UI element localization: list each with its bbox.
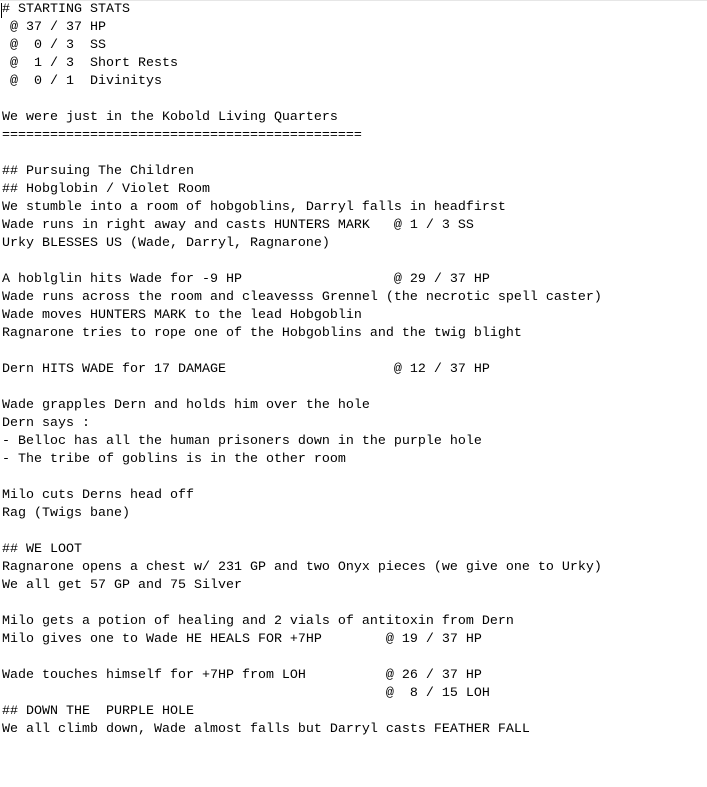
editor-line[interactable]: Milo gets a potion of healing and 2 vial… (2, 613, 707, 631)
editor-line[interactable]: ## Pursuing The Children (2, 163, 707, 181)
editor-line[interactable] (2, 469, 707, 487)
editor-line[interactable]: We were just in the Kobold Living Quarte… (2, 109, 707, 127)
text-editor[interactable]: # STARTING STATS @ 37 / 37 HP @ 0 / 3 SS… (2, 1, 707, 787)
editor-line[interactable]: We all climb down, Wade almost falls but… (2, 721, 707, 739)
editor-line[interactable]: @ 8 / 15 LOH (2, 685, 707, 703)
editor-line[interactable] (2, 253, 707, 271)
editor-line[interactable]: We stumble into a room of hobgoblins, Da… (2, 199, 707, 217)
editor-line[interactable]: # STARTING STATS (2, 1, 707, 19)
text-cursor (1, 3, 2, 18)
editor-line[interactable]: Wade runs across the room and cleavesss … (2, 289, 707, 307)
editor-line[interactable]: A hoblglin hits Wade for -9 HP @ 29 / 37… (2, 271, 707, 289)
editor-line[interactable] (2, 145, 707, 163)
editor-line[interactable]: Rag (Twigs bane) (2, 505, 707, 523)
editor-line[interactable]: Ragnarone opens a chest w/ 231 GP and tw… (2, 559, 707, 577)
editor-line[interactable]: @ 0 / 1 Divinitys (2, 73, 707, 91)
editor-line[interactable] (2, 343, 707, 361)
editor-line[interactable] (2, 91, 707, 109)
editor-line[interactable]: ## WE LOOT (2, 541, 707, 559)
editor-line[interactable]: ## Hobglobin / Violet Room (2, 181, 707, 199)
editor-line[interactable] (2, 595, 707, 613)
editor-line[interactable]: We all get 57 GP and 75 Silver (2, 577, 707, 595)
editor-line[interactable]: - Belloc has all the human prisoners dow… (2, 433, 707, 451)
editor-line[interactable]: Wade touches himself for +7HP from LOH @… (2, 667, 707, 685)
editor-line[interactable]: Wade grapples Dern and holds him over th… (2, 397, 707, 415)
editor-line[interactable]: @ 1 / 3 Short Rests (2, 55, 707, 73)
editor-line[interactable]: Wade runs in right away and casts HUNTER… (2, 217, 707, 235)
editor-line[interactable]: ========================================… (2, 127, 707, 145)
editor-line[interactable]: @ 0 / 3 SS (2, 37, 707, 55)
editor-line[interactable]: Milo cuts Derns head off (2, 487, 707, 505)
editor-line[interactable]: Milo gives one to Wade HE HEALS FOR +7HP… (2, 631, 707, 649)
editor-line[interactable] (2, 523, 707, 541)
editor-line[interactable]: Ragnarone tries to rope one of the Hobgo… (2, 325, 707, 343)
editor-line[interactable]: Wade moves HUNTERS MARK to the lead Hobg… (2, 307, 707, 325)
editor-line[interactable]: Urky BLESSES US (Wade, Darryl, Ragnarone… (2, 235, 707, 253)
editor-line[interactable]: Dern says : (2, 415, 707, 433)
editor-line[interactable]: Dern HITS WADE for 17 DAMAGE @ 12 / 37 H… (2, 361, 707, 379)
editor-line[interactable]: ## DOWN THE PURPLE HOLE (2, 703, 707, 721)
editor-line[interactable] (2, 379, 707, 397)
editor-line[interactable] (2, 649, 707, 667)
editor-line[interactable]: - The tribe of goblins is in the other r… (2, 451, 707, 469)
editor-line[interactable]: @ 37 / 37 HP (2, 19, 707, 37)
